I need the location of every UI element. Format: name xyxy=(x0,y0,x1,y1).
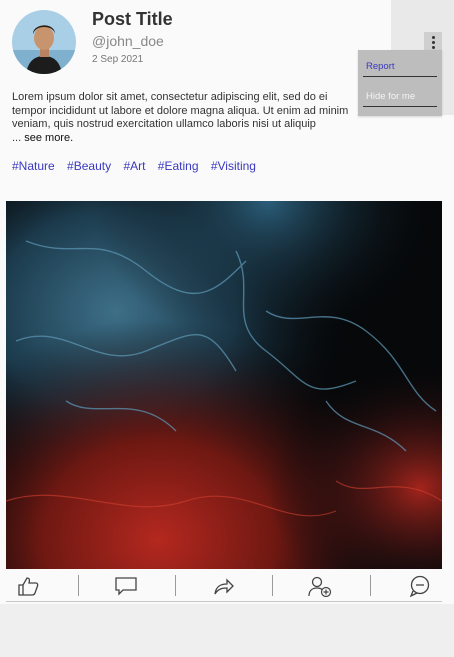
post-date: 2 Sep 2021 xyxy=(92,54,144,65)
kebab-vertical-icon[interactable] xyxy=(424,32,442,52)
menu-item-report[interactable]: Report xyxy=(363,61,437,77)
tag-link[interactable]: #Visiting xyxy=(211,159,256,173)
like-icon[interactable] xyxy=(15,575,41,597)
post-body-line: tempor incididunt ut labore et dolore ma… xyxy=(12,104,349,117)
post-actions-bar xyxy=(6,571,442,602)
author-handle[interactable]: @john_doe xyxy=(92,33,164,49)
tag-link[interactable]: #Art xyxy=(123,159,145,173)
menu-item-hide[interactable]: Hide for me xyxy=(363,91,437,107)
ellipsis: ... xyxy=(12,131,22,144)
tag-link[interactable]: #Nature xyxy=(12,159,55,173)
post-body: Lorem ipsum dolor sit amet, consectetur … xyxy=(12,91,382,145)
divider xyxy=(78,575,79,596)
tag-link[interactable]: #Eating xyxy=(158,159,199,173)
avatar[interactable] xyxy=(12,10,76,74)
post-card: Post Title @john_doe 2 Sep 2021 Lorem ip… xyxy=(0,0,454,604)
message-icon[interactable] xyxy=(407,575,433,597)
tag-link[interactable]: #Beauty xyxy=(67,159,111,173)
comment-icon[interactable] xyxy=(113,575,139,597)
post-title: Post Title xyxy=(92,9,173,29)
post-body-line: veniam, quis nostrud exercitation ullamc… xyxy=(12,118,316,130)
divider xyxy=(175,575,176,596)
see-more-link[interactable]: see more. xyxy=(24,132,73,144)
share-icon[interactable] xyxy=(211,575,237,597)
post-image[interactable] xyxy=(6,201,442,569)
divider xyxy=(272,575,273,596)
post-options-menu: Report Hide for me xyxy=(358,50,442,116)
post-body-line: Lorem ipsum dolor sit amet, consectetur … xyxy=(12,91,328,103)
add-friend-icon[interactable] xyxy=(307,575,333,597)
divider xyxy=(370,575,371,596)
tag-list: #Nature #Beauty #Art #Eating #Visiting xyxy=(12,159,265,173)
